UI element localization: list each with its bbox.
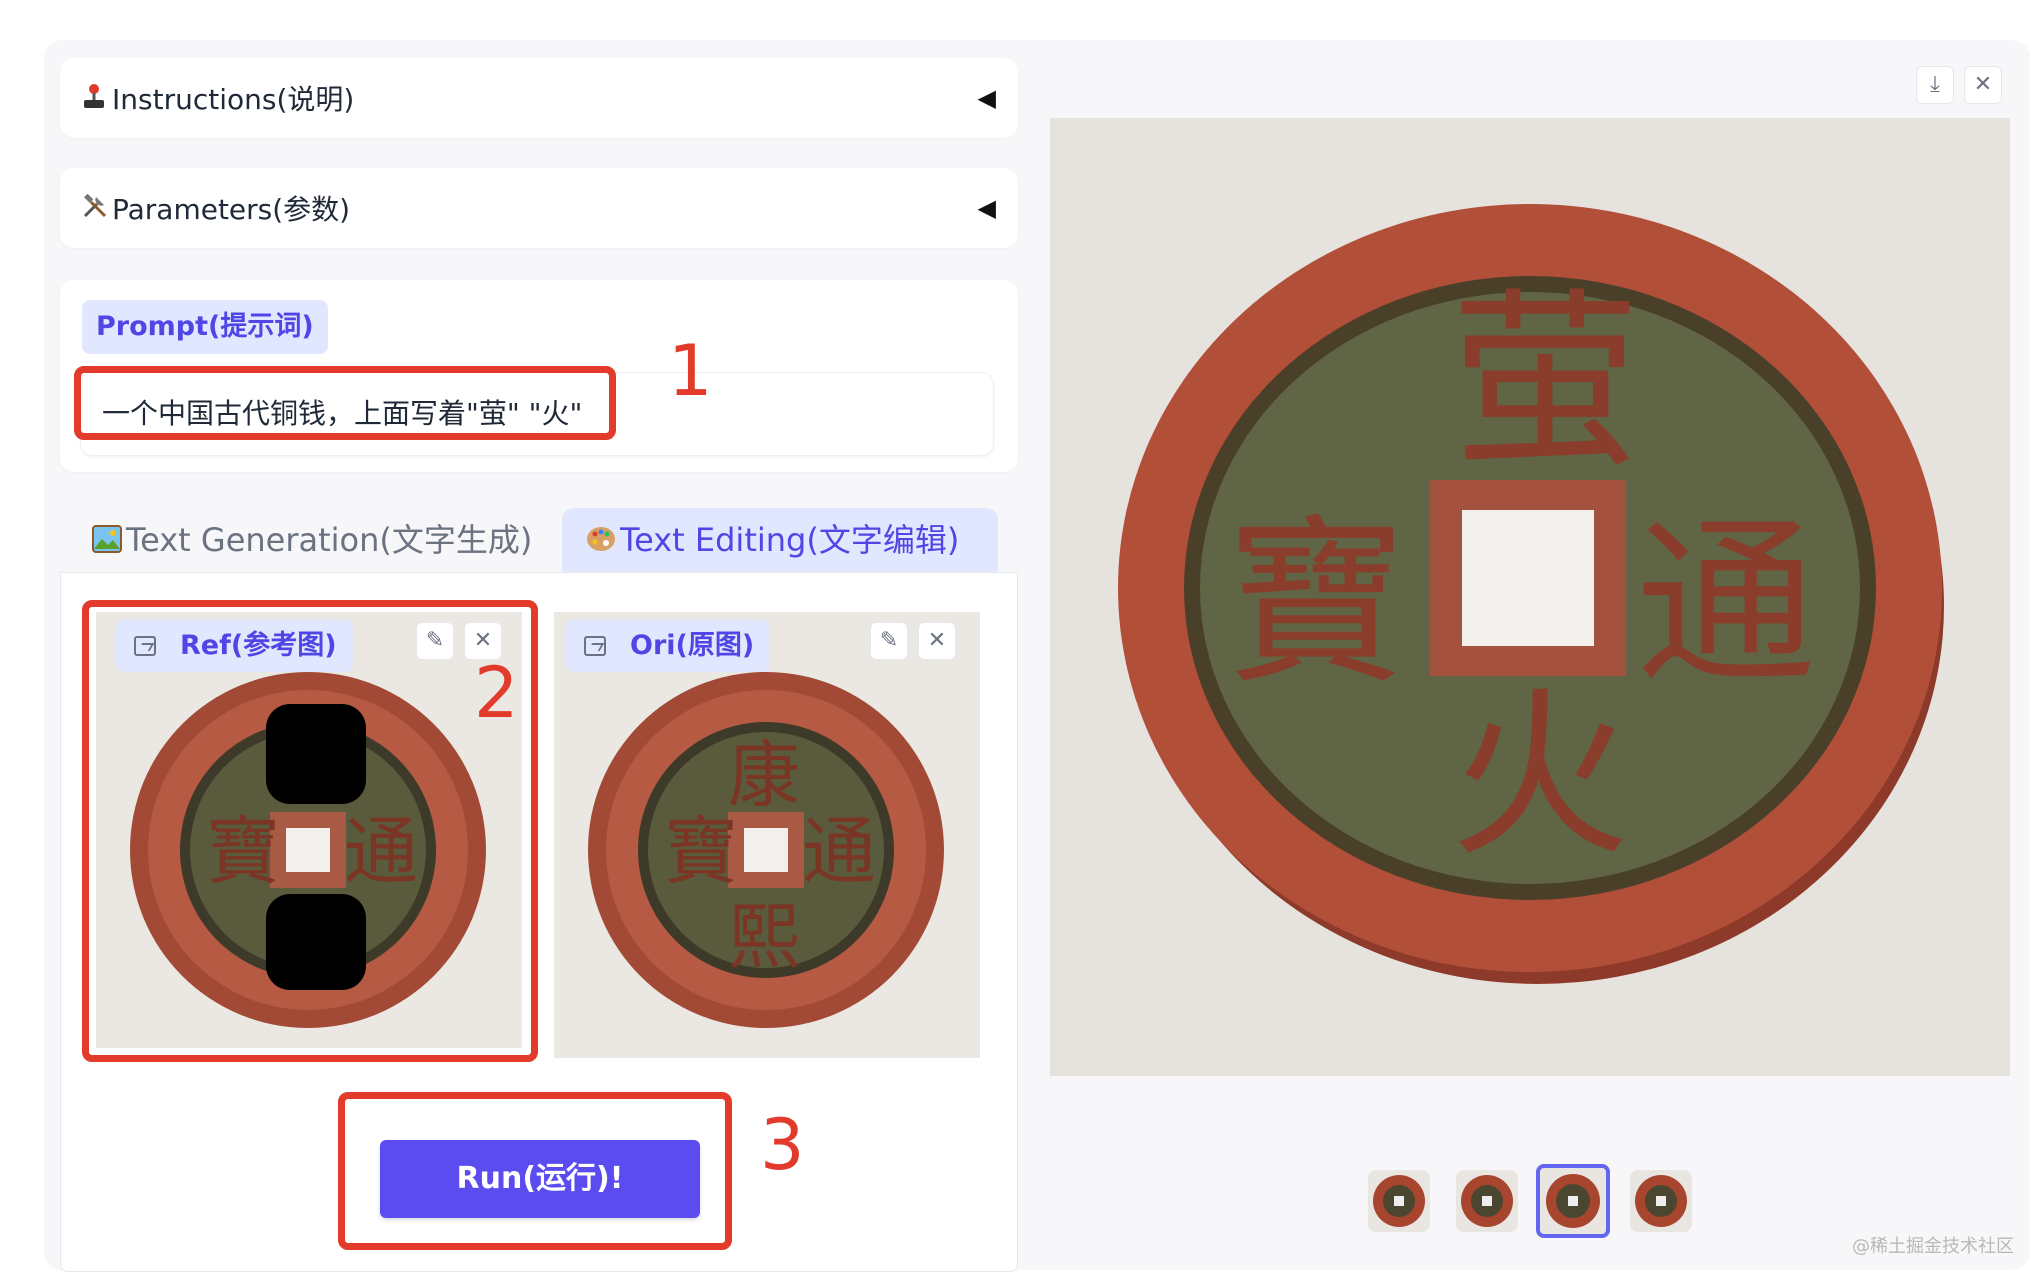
svg-text:熙: 熙 [728,895,800,979]
download-icon[interactable]: ⤓ [1916,66,1954,104]
parameters-label: Parameters(参数) [112,193,351,226]
annotation-number-1: 1 [668,330,713,412]
svg-text:康: 康 [728,733,800,817]
watermark: @稀土掘金技术社区 [1852,1236,2014,1257]
ori-image-upload[interactable]: 康 寶 通 熙 [554,612,980,1058]
tab-text-generation[interactable]: Text Generation(文字生成) [68,508,556,572]
instructions-accordion[interactable]: Instructions(说明) ◀ [60,58,1018,138]
edit-icon[interactable]: ✎ [870,622,908,660]
svg-text:通: 通 [802,809,876,895]
collapse-arrow-icon[interactable]: ◀ [978,84,996,112]
svg-text:寶: 寶 [664,809,738,895]
image-icon [584,636,606,656]
ori-coin-image: 康 寶 通 熙 [554,612,980,1058]
output-coin-image: 萤 寶 通 火 [1050,118,2010,1076]
tools-icon [82,193,110,225]
annotation-box-2 [82,600,538,1062]
svg-text:萤: 萤 [1450,272,1640,493]
ori-image-label: Ori(原图) [566,620,771,672]
close-icon[interactable]: ✕ [918,622,956,660]
palette-icon [586,510,616,574]
annotation-box-3 [338,1092,732,1250]
tab-text-generation-label: Text Generation(文字生成) [126,521,533,559]
prompt-label: Prompt(提示词) [82,300,328,354]
svg-text:火: 火 [1450,672,1630,881]
output-gallery-image[interactable]: 萤 寶 通 火 [1050,118,2010,1076]
tab-text-editing[interactable]: Text Editing(文字编辑) [562,508,998,572]
partial-clipped-text [82,1250,90,1278]
parameters-accordion[interactable]: Parameters(参数) ◀ [60,168,1018,248]
close-icon[interactable]: ✕ [1964,66,2002,104]
collapse-arrow-icon[interactable]: ◀ [978,194,996,222]
picture-icon [92,510,122,574]
instructions-label-wrap: Instructions(说明) [82,78,354,118]
ori-image-label-text: Ori(原图) [630,630,755,661]
output-thumbnail-3-selected[interactable] [1536,1164,1610,1238]
annotation-box-1 [74,366,616,440]
tab-text-editing-label: Text Editing(文字编辑) [620,521,960,559]
output-thumbnail-2[interactable] [1456,1170,1518,1232]
output-thumbnail-4[interactable] [1630,1170,1692,1232]
svg-text:通: 通 [1636,500,1816,709]
output-thumbnail-1[interactable] [1368,1170,1430,1232]
joystick-icon [82,83,110,115]
svg-text:寶: 寶 [1226,500,1406,709]
parameters-label-wrap: Parameters(参数) [82,188,350,228]
annotation-number-3: 3 [760,1104,805,1186]
annotation-number-2: 2 [474,652,519,734]
instructions-label: Instructions(说明) [112,83,355,116]
